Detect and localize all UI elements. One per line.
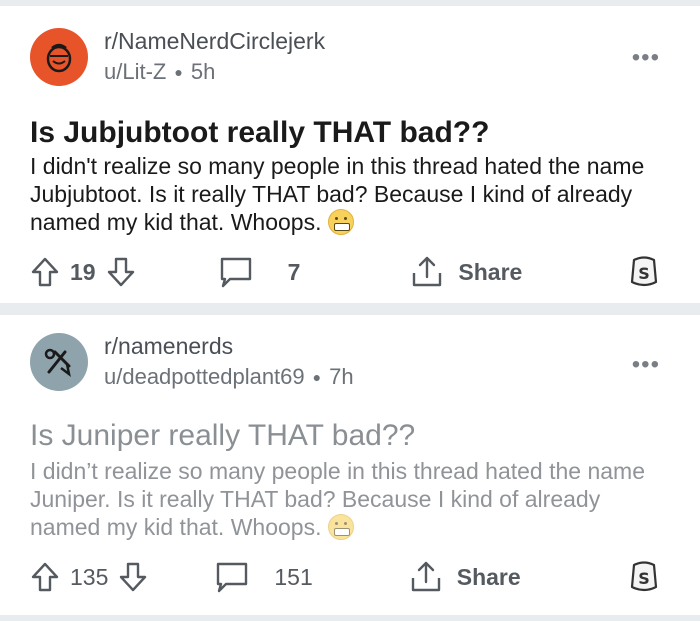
subreddit-name[interactable]: r/NameNerdCirclejerk [104, 27, 325, 55]
post-body: I didn't realize so many people in this … [30, 152, 670, 236]
vote-count: 135 [70, 563, 109, 590]
comments-button[interactable]: 151 [214, 560, 322, 594]
upvote-arrow-icon[interactable] [30, 561, 60, 593]
post-actions: 135 151 Share S [30, 557, 670, 597]
award-button[interactable]: S [628, 254, 660, 290]
post-header: r/namenerds u/deadpottedplant69 ● 7h [30, 331, 354, 393]
username[interactable]: u/Lit-Z [104, 57, 166, 87]
post-card-1[interactable]: r/NameNerdCirclejerk u/Lit-Z ● 5h ••• Is… [0, 6, 700, 303]
comment-bubble-icon [214, 560, 250, 594]
post-actions: 19 7 Share S [30, 252, 670, 292]
subreddit-name[interactable]: r/namenerds [104, 332, 354, 360]
comment-bubble-icon [218, 255, 254, 289]
vote-group: 135 [30, 561, 148, 593]
svg-text:S: S [638, 569, 650, 588]
comment-count: 7 [287, 258, 301, 285]
post-age: 7h [329, 364, 354, 389]
vote-count: 19 [70, 258, 96, 285]
comments-button[interactable]: 7 [218, 255, 311, 289]
vote-group: 19 [30, 256, 136, 288]
share-button[interactable]: Share [409, 560, 521, 594]
share-icon [410, 255, 444, 289]
downvote-arrow-icon[interactable] [106, 256, 136, 288]
separator-dot: ● [312, 369, 322, 385]
separator-dot: ● [174, 64, 183, 80]
username[interactable]: u/deadpottedplant69 [104, 362, 305, 392]
more-options-icon[interactable]: ••• [632, 351, 660, 379]
share-label: Share [456, 563, 521, 590]
post-header: r/NameNerdCirclejerk u/Lit-Z ● 5h [30, 26, 325, 88]
post-body: I didn’t realize so many people in this … [30, 457, 670, 541]
award-icon: S [628, 254, 660, 290]
share-button[interactable]: Share [410, 255, 522, 289]
post-age: 5h [190, 59, 216, 84]
more-options-icon[interactable]: ••• [632, 44, 660, 72]
downvote-arrow-icon[interactable] [118, 561, 148, 593]
share-icon [409, 560, 443, 594]
comment-count: 151 [274, 563, 313, 590]
subreddit-avatar[interactable] [30, 333, 88, 391]
post-title[interactable]: Is Juniper really THAT bad?? [30, 419, 415, 453]
upvote-arrow-icon[interactable] [30, 256, 60, 288]
award-icon: S [628, 559, 660, 595]
grimacing-face-emoji-icon [327, 209, 354, 235]
circlejerk-logo-icon [46, 43, 72, 73]
award-button[interactable]: S [628, 559, 660, 595]
post-title[interactable]: Is Jubjubtoot really THAT bad?? [30, 116, 489, 150]
subreddit-avatar[interactable] [30, 28, 88, 86]
post-card-2[interactable]: r/namenerds u/deadpottedplant69 ● 7h •••… [0, 315, 700, 615]
svg-text:S: S [638, 264, 650, 283]
share-label: Share [458, 258, 523, 285]
namenerds-logo-icon [44, 348, 71, 377]
grimacing-face-emoji-icon [327, 514, 354, 540]
